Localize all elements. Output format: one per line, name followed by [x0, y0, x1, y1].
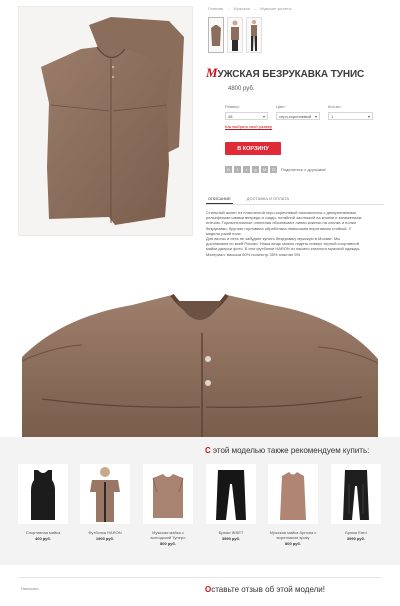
recommended-product-name[interactable]: Брюки Eard	[331, 530, 381, 535]
size-guide-link[interactable]: Как выбрать свой размер	[225, 124, 272, 129]
review-title-rest: ставьте отзыв об этой модели!	[211, 585, 325, 594]
detail-product-photo	[22, 287, 378, 439]
breadcrumb: Главная → Мужская → Мужские жилеты	[208, 6, 294, 11]
recommended-product-name[interactable]: Мужская майка с вогнодской Тунеро	[143, 530, 193, 540]
qty-label: Кол-во:	[328, 104, 342, 109]
recommended-product-image[interactable]	[331, 464, 381, 524]
breadcrumb-vests[interactable]: Мужские жилеты	[260, 6, 291, 11]
color-label: Цвет:	[276, 104, 287, 109]
facebook-share-icon[interactable]: f	[234, 166, 241, 173]
thumbnail-vest[interactable]	[208, 17, 224, 53]
recommended-product-name[interactable]: Спортивная майка	[18, 530, 68, 535]
breadcrumb-home[interactable]: Главная	[208, 6, 223, 11]
product-description: Стильный жилет из пластичной серо-коричн…	[206, 210, 384, 257]
recommended-product[interactable]: Брюки Eard 3990 руб.	[331, 464, 381, 541]
tab-delivery[interactable]: ДОСТАВКА И ОПЛАТА	[245, 196, 291, 204]
product-title-rest: ужская безрукавка тунис	[217, 69, 365, 80]
qty-select[interactable]: 1 ▾	[328, 112, 373, 120]
share-bar: В f t g М О Поделитесь с друзьями!	[225, 166, 326, 173]
add-to-cart-button[interactable]: В КОРЗИНУ	[225, 142, 281, 155]
google-share-icon[interactable]: g	[252, 166, 259, 173]
write-review-link[interactable]: Написать	[21, 586, 39, 591]
divider	[18, 577, 382, 578]
mail-share-icon[interactable]: М	[261, 166, 268, 173]
thumbnail-model-front[interactable]	[227, 17, 243, 53]
qty-select-value: 1	[331, 113, 334, 119]
recommended-product-price: 3990 руб.	[346, 536, 366, 541]
size-select[interactable]: 48 ▾	[225, 112, 268, 120]
tab-description[interactable]: ОПИСАНИЕ	[206, 196, 233, 204]
recommended-product[interactable]: Мужская майка с вогнодской Тунеро 800 ру…	[143, 464, 193, 546]
recommended-product-price: 1900 руб.	[95, 536, 115, 541]
description-line: майки джерси фото. Б или футболки HARON …	[206, 246, 361, 252]
thumbnail-strip	[208, 17, 262, 53]
recommended-product[interactable]: Спортивная майка 400 руб.	[18, 464, 68, 541]
recommended-product-price: 800 руб.	[285, 541, 301, 546]
recommended-product-name[interactable]: Футболка HARON	[80, 530, 130, 535]
recommended-product-image[interactable]	[206, 464, 256, 524]
description-line: Материал: вискоза 60% полиэстр 35% эласт…	[206, 251, 301, 257]
share-text: Поделитесь с друзьями!	[281, 167, 327, 172]
recommended-product-price: 800 руб.	[160, 541, 176, 546]
recommended-product-image[interactable]	[80, 464, 130, 524]
breadcrumb-separator: →	[252, 6, 257, 11]
recommendations-title: С этой моделью также рекомендуем купить:	[205, 446, 369, 455]
size-label: Размер:	[225, 104, 240, 109]
recommended-product-image[interactable]	[268, 464, 318, 524]
review-title: Оставьте отзыв об этой модели!	[205, 585, 325, 594]
recommended-product-image[interactable]	[143, 464, 193, 524]
recommended-product-price: 400 руб.	[35, 536, 51, 541]
product-tabs: ОПИСАНИЕ ДОСТАВКА И ОПЛАТА	[206, 196, 384, 205]
chevron-down-icon: ▾	[262, 113, 265, 119]
recommended-product-name[interactable]: Мужская майка Арнона с воротником эрику	[268, 530, 318, 540]
breadcrumb-separator: →	[226, 6, 231, 11]
recommended-product-name[interactable]: Брюки INSET	[206, 530, 256, 535]
product-title: Мужская безрукавка тунис	[206, 65, 364, 81]
recommended-product[interactable]: Брюки INSET 3990 руб.	[206, 464, 256, 541]
recommendations-title-rest: этой моделью также рекомендуем купить:	[210, 446, 370, 455]
recommended-product[interactable]: Футболка HARON 1900 руб.	[80, 464, 130, 541]
twitter-share-icon[interactable]: t	[243, 166, 250, 173]
chevron-down-icon: ▾	[367, 113, 370, 119]
vk-share-icon[interactable]: В	[225, 166, 232, 173]
breadcrumb-men[interactable]: Мужская	[233, 6, 249, 11]
ok-share-icon[interactable]: О	[270, 166, 277, 173]
recommended-product-price: 3990 руб.	[221, 536, 241, 541]
product-title-initial: М	[206, 65, 218, 80]
product-price: 4800 руб.	[228, 86, 255, 92]
recommended-product[interactable]: Мужская майка Арнона с воротником эрику …	[268, 464, 318, 546]
color-select[interactable]: серо-коричневый ▾	[276, 112, 320, 120]
chevron-down-icon: ▾	[314, 113, 317, 119]
thumbnail-model-full[interactable]	[246, 17, 262, 53]
color-select-value: серо-коричневый	[279, 113, 312, 119]
recommended-product-image[interactable]	[18, 464, 68, 524]
main-product-photo[interactable]	[18, 6, 193, 236]
size-select-value: 48	[228, 113, 233, 119]
